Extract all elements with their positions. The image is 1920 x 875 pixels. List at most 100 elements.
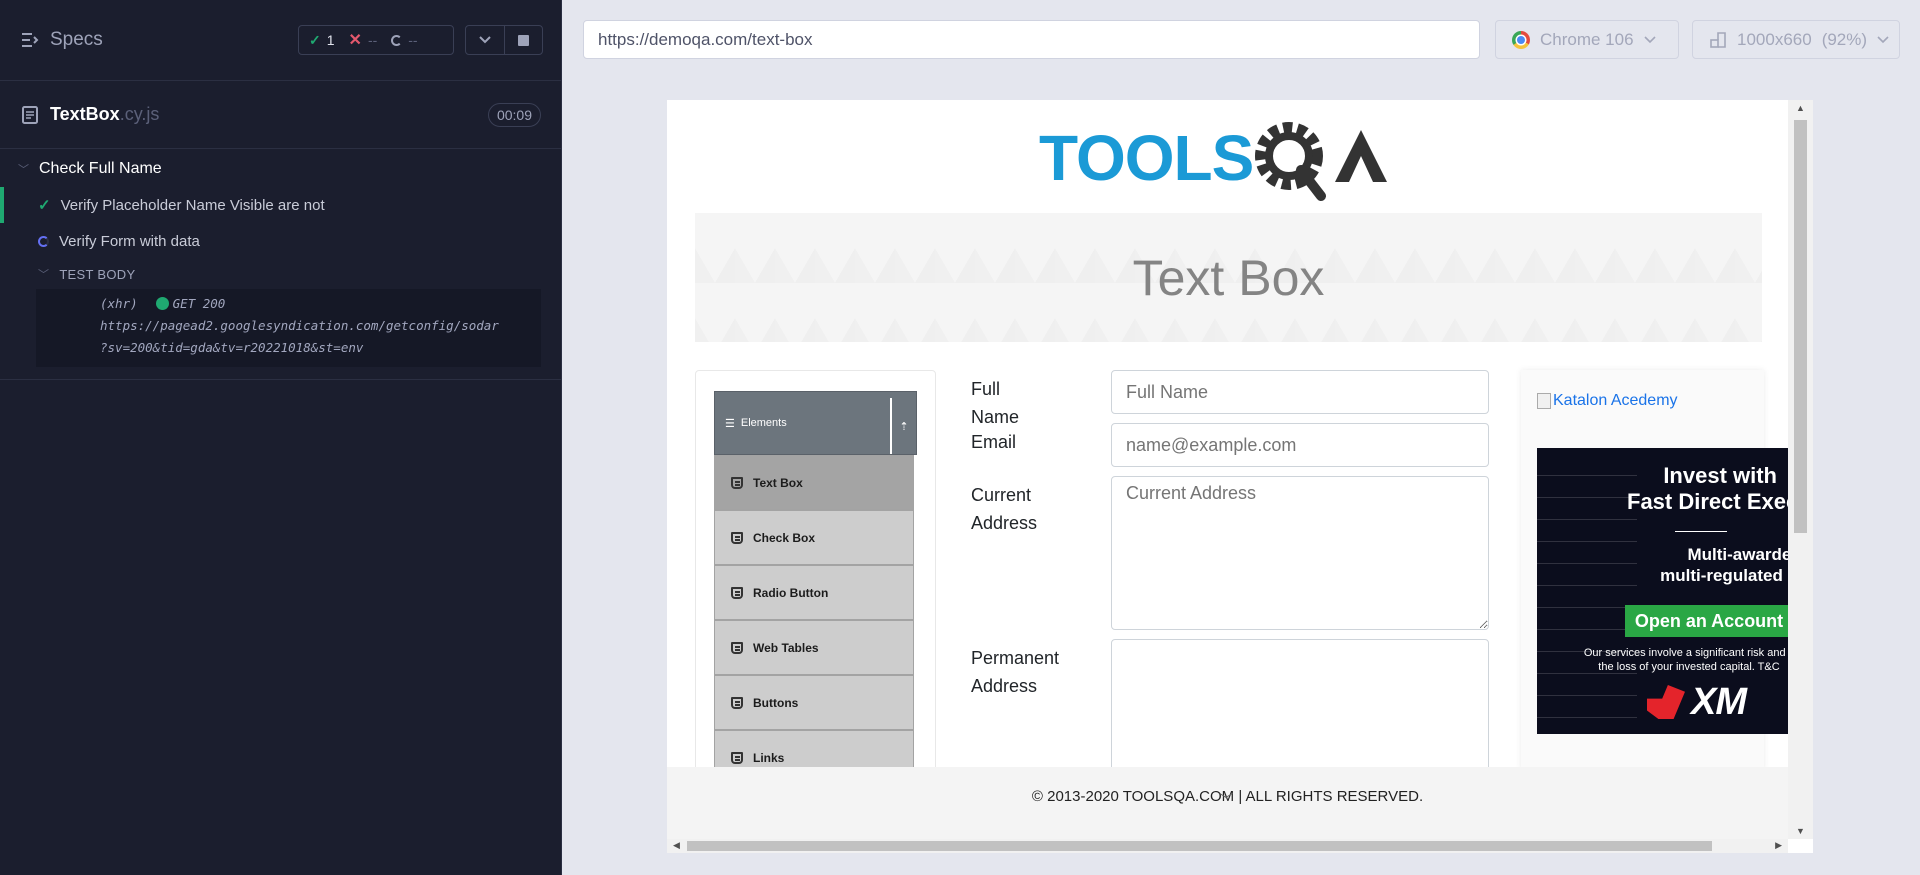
test-stats: ✓ 1 ✕ -- -- xyxy=(298,25,454,55)
html5-icon xyxy=(731,751,743,764)
menu-item-label: Radio Button xyxy=(753,585,829,600)
suite-title: Check Full Name xyxy=(39,160,162,177)
html5-icon xyxy=(731,531,743,544)
permanent-address-label-line-2: Address xyxy=(971,676,1038,696)
ad-headline-1: Invest with xyxy=(1663,463,1777,488)
email-input[interactable] xyxy=(1111,423,1489,467)
spec-duration: 00:09 xyxy=(487,103,541,127)
broken-image-icon xyxy=(1537,393,1551,409)
html5-icon xyxy=(731,641,743,654)
toolsqa-logo[interactable]: TOOLS xyxy=(1039,118,1409,203)
collapse-all-button[interactable] xyxy=(466,26,504,54)
test-title: Verify Placeholder Name Visible are not xyxy=(60,196,325,214)
html5-icon xyxy=(731,586,743,599)
viewport-zoom: (92%) xyxy=(1821,29,1868,49)
stop-icon xyxy=(517,34,529,46)
horizontal-scroll-thumb[interactable] xyxy=(687,841,1712,851)
katalon-academy-link[interactable]: Katalon Acedemy xyxy=(1537,392,1678,410)
test-item-running[interactable]: Verify Form with data xyxy=(0,223,561,259)
ad-sub-line-1: Multi-awarded, xyxy=(1687,545,1797,564)
chevron-down-icon: ﹀ xyxy=(18,164,29,176)
current-address-label-line-1: Current xyxy=(971,485,1032,505)
url-text: https://demoqa.com/text-box xyxy=(598,29,813,49)
run-controls xyxy=(465,25,543,55)
reporter-header: Specs ✓ 1 ✕ -- -- xyxy=(0,0,561,81)
menu-item-label: Buttons xyxy=(753,695,799,710)
xm-brand-text: XM xyxy=(1691,680,1747,723)
spec-file-name: TextBox xyxy=(50,104,120,124)
ad-sidebar: Katalon Acedemy Invest with Fast Direct … xyxy=(1521,370,1797,772)
cypress-reporter-panel: Specs ✓ 1 ✕ -- -- TextBox .cy.js 00:09 ﹀… xyxy=(0,0,562,875)
browser-name: Chrome 106 xyxy=(1540,29,1634,49)
test-body-toggle[interactable]: ﹀ TEST BODY xyxy=(0,259,561,289)
menu-item-check-box[interactable]: Check Box xyxy=(714,510,914,565)
ad-background xyxy=(1537,468,1637,718)
test-item-passed[interactable]: ✓ Verify Placeholder Name Visible are no… xyxy=(0,187,561,223)
full-name-label: Full Name xyxy=(971,379,1020,427)
viewport-info[interactable]: 1000x660 (92%) xyxy=(1692,20,1900,59)
spec-file-row[interactable]: TextBox .cy.js 00:09 xyxy=(0,81,561,149)
email-label: Email xyxy=(971,432,1017,452)
page-banner: Text Box xyxy=(695,213,1762,342)
scroll-up-arrow-icon[interactable]: ▲ xyxy=(1796,103,1805,113)
app-iframe: TOOLS Text Box ☰ Elements ⇡ Text Box Che… xyxy=(667,100,1813,853)
suite-header[interactable]: ﹀ Check Full Name xyxy=(0,151,561,187)
url-bar[interactable]: https://demoqa.com/text-box xyxy=(583,20,1480,59)
pending-stat: -- xyxy=(391,32,418,48)
menu-item-text-box[interactable]: Text Box xyxy=(714,455,914,510)
vertical-scrollbar[interactable]: ▲ ▼ xyxy=(1788,100,1813,839)
command-type: (xhr) xyxy=(100,296,138,311)
check-icon: ✓ xyxy=(38,197,51,214)
full-name-input[interactable] xyxy=(1111,370,1489,414)
current-address-label: Current Address xyxy=(971,481,1037,537)
vertical-scroll-thumb[interactable] xyxy=(1794,120,1807,533)
menu-item-web-tables[interactable]: Web Tables xyxy=(714,620,914,675)
ad-divider xyxy=(1675,531,1727,532)
collapse-arrow-icon[interactable]: ⇡ xyxy=(890,398,916,454)
current-address-textarea[interactable] xyxy=(1111,476,1489,630)
file-icon xyxy=(22,105,38,124)
failed-stat: ✕ -- xyxy=(349,30,378,50)
stop-button[interactable] xyxy=(503,26,543,54)
x-icon: ✕ xyxy=(348,32,362,49)
menu-item-label: Web Tables xyxy=(753,640,819,655)
menu-item-radio-button[interactable]: Radio Button xyxy=(714,565,914,620)
horizontal-scrollbar[interactable]: ◀ ▶ xyxy=(667,839,1788,853)
open-account-button[interactable]: Open an Account xyxy=(1625,605,1793,637)
element-list: Text Box Check Box Radio Button Web Tabl… xyxy=(714,455,914,785)
browser-selector[interactable]: Chrome 106 xyxy=(1495,20,1679,59)
scroll-right-arrow-icon[interactable]: ▶ xyxy=(1775,840,1782,851)
ad-headline-2: Fast Direct Execut xyxy=(1627,489,1797,514)
chevron-down-icon xyxy=(1877,35,1889,43)
group-header-elements[interactable]: ☰ Elements ⇡ xyxy=(714,391,917,455)
specs-toggle[interactable]: Specs xyxy=(20,29,103,51)
check-icon: ✓ xyxy=(309,31,321,48)
command-log-entry[interactable]: (xhr) GET 200 https://pagead2.googlesynd… xyxy=(36,289,541,367)
status-dot-icon xyxy=(155,297,169,310)
html5-icon xyxy=(731,476,743,489)
spec-file-ext: .cy.js xyxy=(119,104,160,124)
menu-icon: ☰ xyxy=(725,417,735,430)
command-url-line-1: https://pagead2.googlesyndication.com/ge… xyxy=(100,318,499,333)
scroll-left-arrow-icon[interactable]: ◀ xyxy=(673,840,680,851)
passed-stat: ✓ 1 xyxy=(309,32,335,49)
command-status-text: GET 200 xyxy=(172,296,226,311)
xm-logo: XM xyxy=(1647,680,1767,724)
running-spinner-icon xyxy=(38,235,49,247)
svg-text:TOOLS: TOOLS xyxy=(1039,122,1253,194)
chevron-down-icon[interactable]: ﹀ xyxy=(1219,790,1233,810)
chevron-down-icon: ﹀ xyxy=(38,269,50,281)
ad-disclaimer-line-1: Our services involve a significant risk … xyxy=(1583,647,1795,659)
specs-menu-icon xyxy=(22,33,39,47)
menu-item-label: Text Box xyxy=(753,475,803,490)
menu-item-buttons[interactable]: Buttons xyxy=(714,675,914,730)
menu-item-label: Links xyxy=(753,750,785,765)
pending-count: -- xyxy=(408,32,418,48)
divider xyxy=(0,379,561,380)
current-address-label-line-2: Address xyxy=(971,513,1038,533)
viewport-size: 1000x660 xyxy=(1737,29,1812,49)
xm-advertisement[interactable]: Invest with Fast Direct Execut Multi-awa… xyxy=(1537,448,1797,734)
failed-count: -- xyxy=(367,32,378,48)
scroll-down-arrow-icon[interactable]: ▼ xyxy=(1796,826,1805,836)
ad-disclaimer: Our services involve a significant risk … xyxy=(1559,646,1797,674)
